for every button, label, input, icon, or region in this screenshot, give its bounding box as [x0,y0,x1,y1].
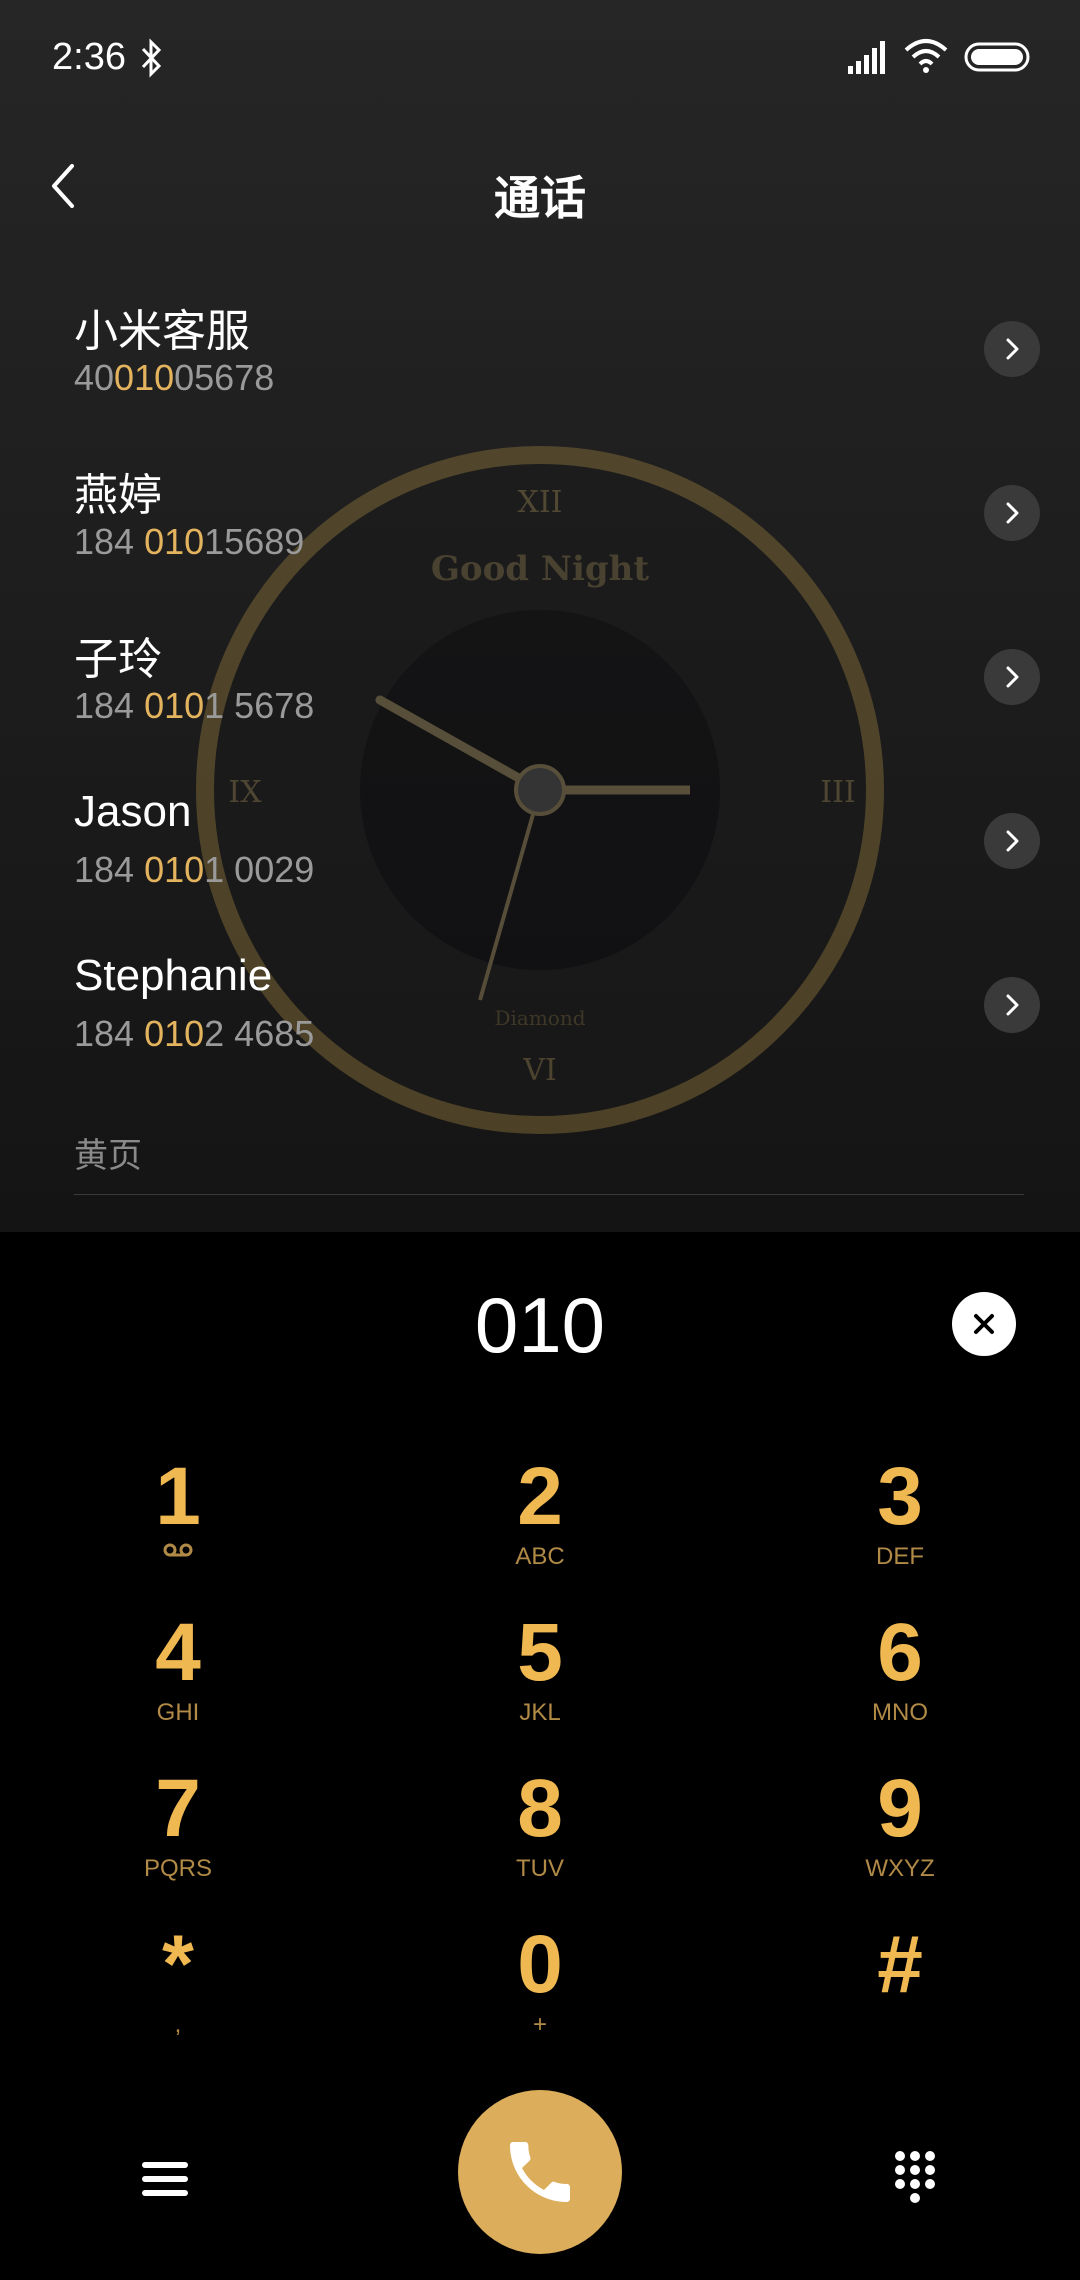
number-part: 184 [74,685,145,726]
key-6[interactable]: 6 MNO [790,1608,1010,1748]
contact-number: 4001005678 [74,357,274,399]
number-match: 010 [144,685,205,726]
contact-number: 184 0102 4685 [74,1013,314,1055]
key-star[interactable]: * , [68,1920,288,2060]
contact-item[interactable]: 子玲 184 0101 5678 [0,583,1080,747]
key-digit: 6 [877,1607,923,1698]
contact-name: 小米客服 [74,307,250,356]
key-4[interactable]: 4 GHI [68,1608,288,1748]
signal-icon [848,41,885,74]
contact-item[interactable]: 小米客服 4001005678 [0,255,1080,419]
contact-detail-button[interactable] [984,977,1040,1033]
key-digit: 1 [155,1451,201,1542]
key-letters: TUV [516,1855,564,1882]
key-digit: # [877,1919,923,2010]
key-digit: 0 [517,1919,563,2010]
key-8[interactable]: 8 TUV [430,1764,650,1904]
key-digit: 3 [877,1451,923,1542]
key-letters: DEF [876,1543,924,1570]
divider [74,1194,1024,1195]
key-digit: 2 [517,1451,563,1542]
keypad-toggle-button[interactable] [880,2140,950,2210]
contact-number: 184 0101 5678 [74,685,314,727]
key-letters: PQRS [143,1855,212,1882]
contact-name: 子玲 [74,635,162,684]
number-part: 1 5678 [204,685,315,726]
voicemail-icon [163,1543,193,1557]
contact-number: 184 0101 0029 [74,849,314,891]
clear-input-button[interactable] [952,1292,1016,1356]
menu-button[interactable] [130,2148,200,2208]
number-part: 184 [74,849,145,890]
status-bar: 2:36 [0,0,1080,118]
contact-detail-button[interactable] [984,649,1040,705]
dialer-bottom-bar [0,2080,1080,2280]
key-0[interactable]: 0 + [430,1920,650,2060]
close-icon [974,1314,994,1334]
contact-name: Stephanie [74,951,273,1000]
number-part: 40 [74,357,115,398]
contact-item[interactable]: Jason 184 0101 0029 [0,747,1080,911]
key-letters: WXYZ [865,1855,935,1882]
number-part: 05678 [174,357,275,398]
number-part: 1 0029 [204,849,315,890]
key-5[interactable]: 5 JKL [430,1608,650,1748]
keypad-grid-icon [895,2151,935,2203]
key-9[interactable]: 9 WXYZ [790,1764,1010,1904]
bluetooth-icon [141,38,162,78]
number-part: 15689 [204,521,305,562]
key-digit: 9 [877,1763,923,1854]
status-time: 2:36 [52,36,126,78]
contact-list: 小米客服 4001005678 燕婷 184 01015689 子玲 184 0… [0,255,1080,1075]
key-digit: 4 [155,1607,201,1698]
key-digit: 8 [517,1763,563,1854]
key-digit: 5 [517,1607,563,1698]
contact-detail-button[interactable] [984,813,1040,869]
key-letters: MNO [872,1699,928,1726]
key-letters: JKL [519,1699,561,1726]
page-title: 通话 [494,172,586,224]
battery-icon [964,42,1030,72]
key-digit: 7 [155,1763,201,1854]
contact-results-area: XII VI IX III Good Night Diamond 2:36 通话… [0,0,1080,1232]
key-7[interactable]: 7 PQRS [68,1764,288,1904]
wifi-icon [904,39,948,73]
number-part: 184 [74,521,145,562]
chevron-right-icon [1006,666,1019,688]
key-3[interactable]: 3 DEF [790,1452,1010,1592]
number-match: 010 [144,521,205,562]
number-match: 010 [114,357,175,398]
key-letters: ABC [515,1543,565,1570]
key-letters: + [532,2011,547,2038]
number-part: 184 [74,1013,145,1054]
contact-item[interactable]: Stephanie 184 0102 4685 [0,911,1080,1075]
contact-item[interactable]: 燕婷 184 01015689 [0,419,1080,583]
number-part: 2 4685 [204,1013,315,1054]
contact-name: Jason [74,787,192,836]
contact-detail-button[interactable] [984,485,1040,541]
chevron-right-icon [1006,994,1019,1016]
key-letters: , [174,2011,182,2038]
number-match: 010 [144,1013,205,1054]
section-header-yellow-pages: 黄页 [74,1137,142,1175]
chevron-right-icon [1006,338,1019,360]
number-match: 010 [144,849,205,890]
phone-icon [510,2142,570,2202]
contact-name: 燕婷 [74,471,162,520]
dialed-number-display[interactable]: 010 [0,1280,1080,1371]
contact-number: 184 01015689 [74,521,304,563]
chevron-right-icon [1006,502,1019,524]
call-button[interactable] [458,2090,622,2254]
key-1[interactable]: 1 [68,1452,288,1592]
chevron-right-icon [1006,830,1019,852]
menu-icon [142,2162,188,2196]
key-2[interactable]: 2 ABC [430,1452,650,1592]
key-hash[interactable]: # [790,1920,1010,2060]
key-letters: GHI [156,1699,200,1726]
header-bar: 通话 [0,140,1080,240]
key-digit: * [162,1919,194,2010]
contact-detail-button[interactable] [984,321,1040,377]
